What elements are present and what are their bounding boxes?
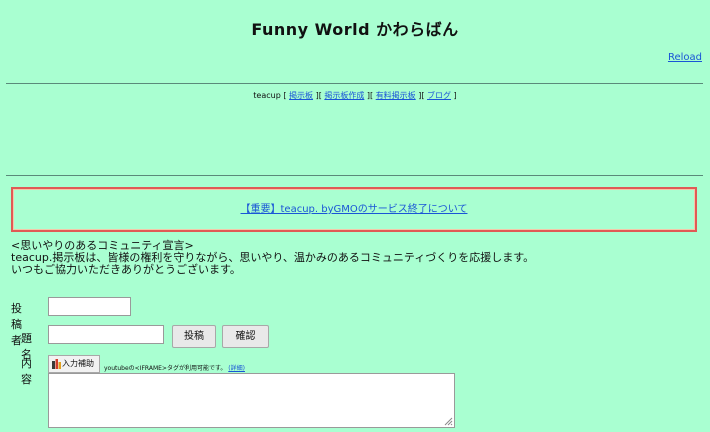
input-helper-label: 入力補助 xyxy=(62,359,94,368)
page-title: Funny World かわらばん xyxy=(251,20,459,39)
community-declaration: <思いやりのあるコミュニティ宣言> teacup.掲示板は、皆様の権利を守りなが… xyxy=(11,240,534,276)
service-notice-box: 【重要】teacup. byGMOのサービス終了について xyxy=(11,187,697,232)
bottom-divider xyxy=(6,175,703,176)
resize-grip-icon[interactable] xyxy=(444,417,453,426)
poster-input[interactable] xyxy=(48,297,131,316)
declaration-thanks: いつもご協力いただきありがとうございます。 xyxy=(11,263,241,276)
nav-link-bbs[interactable]: 掲示板 xyxy=(289,91,313,100)
subject-input[interactable] xyxy=(48,325,164,344)
iframe-details-link[interactable]: (詳細) xyxy=(228,365,245,372)
iframe-note-text: youtubeの<IFRAME>タグが利用可能です。 xyxy=(104,365,227,372)
service-end-notice-link[interactable]: 【重要】teacup. byGMOのサービス終了について xyxy=(241,204,468,215)
top-divider xyxy=(6,83,703,84)
nav-link-blog[interactable]: ブログ xyxy=(427,91,451,100)
content-textarea[interactable] xyxy=(48,373,455,428)
post-button[interactable]: 投稿 xyxy=(172,325,216,348)
input-helper-button[interactable]: 入力補助 xyxy=(48,355,100,373)
input-helper-icon xyxy=(52,358,61,369)
nav-link-create-bbs[interactable]: 掲示板作成 xyxy=(324,91,364,100)
reload-link[interactable]: Reload xyxy=(668,52,702,63)
nav-prefix: teacup xyxy=(253,91,281,100)
iframe-note: youtubeの<IFRAME>タグが利用可能です。 (詳細) xyxy=(104,363,245,372)
confirm-button[interactable]: 確認 xyxy=(222,325,269,348)
nav-bar: teacup [ 掲示板 ][ 掲示板作成 ][ 有料掲示板 ][ ブログ ] xyxy=(253,91,457,100)
nav-link-paid-bbs[interactable]: 有料掲示板 xyxy=(376,91,416,100)
content-label: 内容 xyxy=(21,357,32,386)
